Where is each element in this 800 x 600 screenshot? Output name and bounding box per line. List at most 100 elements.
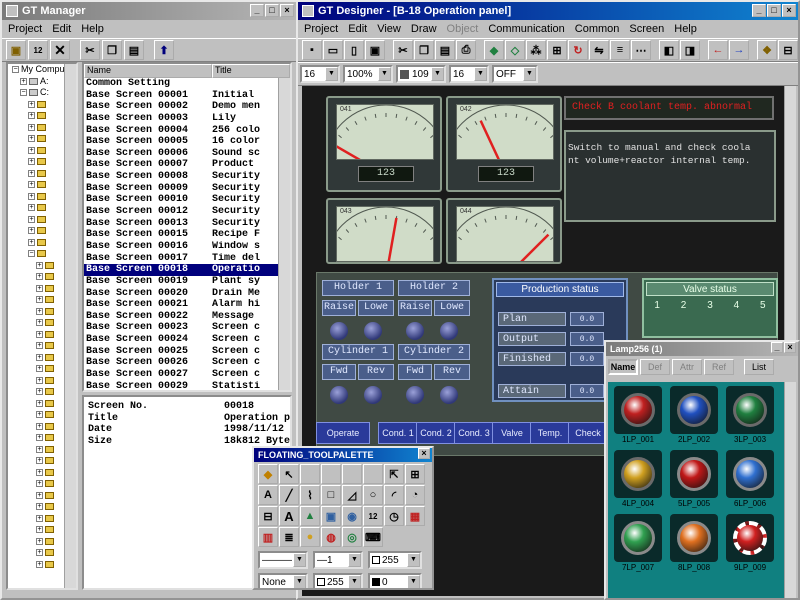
menu-screen[interactable]: Screen — [629, 23, 664, 35]
open-screen-icon[interactable]: ▯ — [344, 40, 364, 60]
touch-icon[interactable]: ◍ — [321, 527, 341, 547]
lamp-bulb-icon[interactable]: ● — [300, 527, 320, 547]
table-row[interactable]: Base Screen 00027 Screen c — [84, 369, 290, 381]
menu-project[interactable]: Project — [8, 23, 42, 35]
table-row[interactable]: Base Screen 00004 256 colo — [84, 125, 290, 137]
reverse-button[interactable]: Rev — [434, 364, 470, 380]
front-icon[interactable]: ◧ — [659, 40, 679, 60]
ungroup-icon[interactable]: ◇ — [505, 40, 525, 60]
recipe-icon[interactable]: ◎ — [342, 527, 362, 547]
reverse-button[interactable]: Rev — [358, 364, 394, 380]
blank-icon[interactable] — [300, 464, 320, 484]
line-tool-icon[interactable]: ╱ — [279, 485, 299, 505]
operate-button[interactable]: Operate — [316, 422, 370, 444]
table-row[interactable]: Base Screen 00018 Operatio — [84, 264, 290, 276]
line-width-select[interactable]: —1 ▼ — [313, 551, 363, 569]
raise-button[interactable]: Raise — [322, 300, 356, 316]
table-row[interactable]: Base Screen 00024 Screen c — [84, 334, 290, 346]
table-row[interactable]: Base Screen 00025 Screen c — [84, 346, 290, 358]
lamp-item[interactable] — [726, 450, 774, 498]
check-button[interactable]: Check — [568, 422, 608, 444]
table-row[interactable]: Base Screen 00026 Screen c — [84, 357, 290, 369]
move-icon[interactable]: ⇱ — [384, 464, 404, 484]
meter-041[interactable]: 041 123 — [326, 96, 442, 192]
table-row[interactable]: Base Screen 00020 Drain Me — [84, 288, 290, 300]
toolpalette-titlebar[interactable]: FLOATING_TOOLPALETTE × — [254, 448, 432, 462]
back-icon[interactable]: ◨ — [680, 40, 700, 60]
new-screen-icon[interactable]: ▭ — [323, 40, 343, 60]
arrow-right-icon[interactable]: → — [729, 40, 749, 60]
menu-edit[interactable]: Edit — [52, 23, 71, 35]
paint-tool-icon[interactable]: ▲ — [300, 506, 320, 526]
align-icon[interactable]: ⁂ — [526, 40, 546, 60]
gt-manager-titlebar[interactable]: GT Manager _ □ × — [2, 2, 296, 20]
lamp-icon[interactable]: ◉ — [342, 506, 362, 526]
back-color-select[interactable]: 0 ▼ — [368, 573, 422, 588]
minimize-button[interactable]: _ — [752, 4, 766, 17]
delete-icon[interactable]: ✕ — [50, 40, 70, 60]
copy-icon[interactable]: ❐ — [102, 40, 122, 60]
table-row[interactable]: Base Screen 00006 Sound sc — [84, 148, 290, 160]
lower-button[interactable]: Lowe — [434, 300, 470, 316]
blank-icon[interactable] — [363, 464, 383, 484]
minimize-button[interactable]: _ — [771, 342, 783, 353]
cylinder-2-label[interactable]: Cylinder 2 — [398, 344, 470, 360]
grid-icon[interactable]: ⊞ — [405, 464, 425, 484]
tab-name[interactable]: Name — [608, 359, 638, 375]
graph-icon[interactable]: ▥ — [258, 527, 278, 547]
valve-button[interactable]: Valve — [492, 422, 532, 444]
meter-042[interactable]: 042 123 — [446, 96, 562, 192]
close-button[interactable]: × — [784, 342, 796, 353]
table-row[interactable]: Base Screen 00001 Initial — [84, 90, 290, 102]
layer-icon[interactable]: ≡ — [610, 40, 630, 60]
table-row[interactable]: Base Screen 00022 Message — [84, 311, 290, 323]
table-row[interactable]: Base Screen 00003 Lily — [84, 113, 290, 125]
print-icon[interactable]: ⎙ — [456, 40, 476, 60]
table-row[interactable]: Base Screen 00012 Security — [84, 206, 290, 218]
holder-2-label[interactable]: Holder 2 — [398, 280, 470, 296]
holder-1-label[interactable]: Holder 1 — [322, 280, 394, 296]
table-row[interactable]: Base Screen 00023 Screen c — [84, 322, 290, 334]
snap-select[interactable]: OFF ▼ — [492, 65, 538, 83]
table-row[interactable]: Base Screen 00016 Window s — [84, 241, 290, 253]
screen-list[interactable]: Name Title Common Setting Base Screen 000… — [82, 62, 292, 392]
object-list-icon[interactable]: ⋯ — [631, 40, 651, 60]
tab-def[interactable]: Def — [640, 359, 670, 375]
table-row[interactable]: Common Setting — [84, 78, 290, 90]
table-row[interactable]: Base Screen 00021 Alarm hi — [84, 299, 290, 311]
table-row[interactable]: Base Screen 00017 Time del — [84, 253, 290, 265]
alarm-display[interactable]: Check B coolant temp. abnormal — [564, 96, 774, 120]
table-row[interactable]: Base Screen 00007 Product — [84, 159, 290, 171]
menu-draw[interactable]: Draw — [411, 23, 437, 35]
numeric-icon[interactable]: 12 — [363, 506, 383, 526]
library-icon[interactable]: ❖ — [757, 40, 777, 60]
lower-button[interactable]: Lowe — [358, 300, 394, 316]
palette-icon[interactable]: ◆ — [258, 464, 278, 484]
meter-043[interactable]: 043 — [326, 198, 442, 264]
table-row[interactable]: Base Screen 00002 Demo men — [84, 101, 290, 113]
cut-icon[interactable]: ✂ — [80, 40, 100, 60]
close-button[interactable]: × — [280, 4, 294, 17]
rectangle-tool-icon[interactable]: □ — [321, 485, 341, 505]
lamp-item[interactable] — [726, 514, 774, 562]
paste-icon[interactable]: ▤ — [124, 40, 144, 60]
table-row[interactable]: Base Screen 00005 16 color — [84, 136, 290, 148]
table-row[interactable]: Base Screen 00010 Security — [84, 194, 290, 206]
group-icon[interactable]: ◆ — [484, 40, 504, 60]
table-row[interactable]: Base Screen 00009 Security — [84, 183, 290, 195]
paste-icon[interactable]: ▤ — [435, 40, 455, 60]
distribute-icon[interactable]: ⊞ — [547, 40, 567, 60]
alarm-icon[interactable]: ▦ — [405, 506, 425, 526]
gt-designer-titlebar[interactable]: GT Designer - [B-18 Operation panel] _ □… — [298, 2, 798, 20]
flip-icon[interactable]: ⇋ — [589, 40, 609, 60]
numbered-list-icon[interactable]: 12 — [28, 40, 48, 60]
line-style-select[interactable]: ——— ▼ — [258, 551, 308, 569]
column-name-header[interactable]: Name — [84, 64, 212, 78]
fill-color-select[interactable]: 255 ▼ — [313, 573, 363, 588]
lamp-item[interactable] — [726, 386, 774, 434]
blank-icon[interactable] — [321, 464, 341, 484]
list-scrollbar[interactable] — [278, 78, 290, 390]
lamp-item[interactable] — [670, 514, 718, 562]
cut-icon[interactable]: ✂ — [393, 40, 413, 60]
select-arrow-icon[interactable]: ↖ — [279, 464, 299, 484]
